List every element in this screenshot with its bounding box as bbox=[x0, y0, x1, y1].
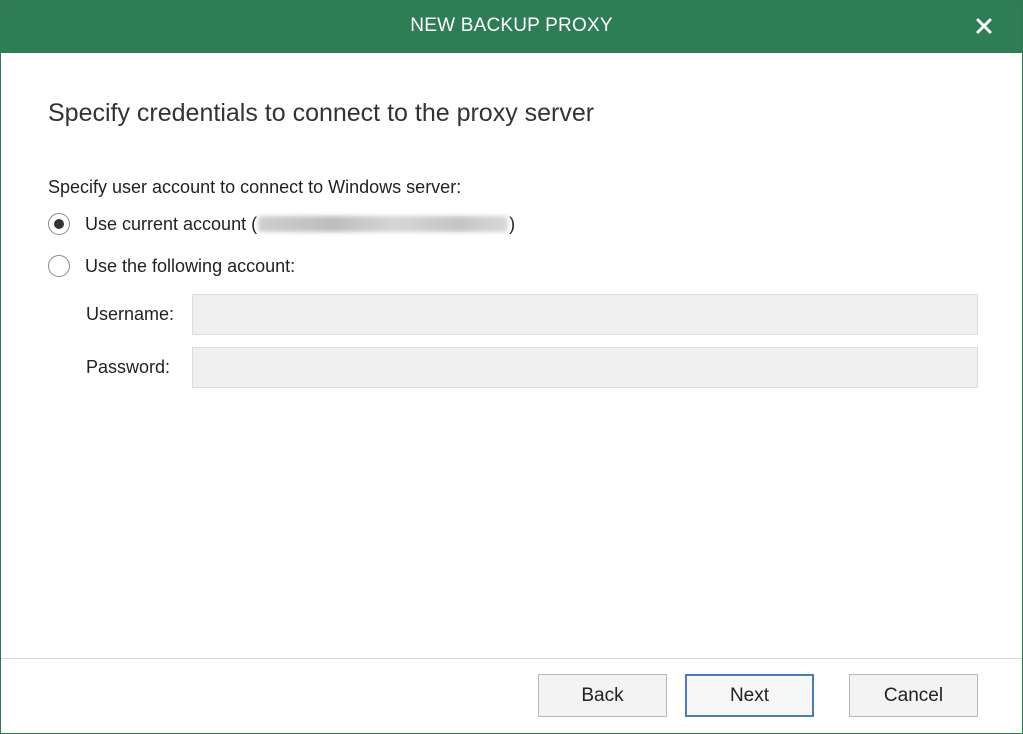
window-title: NEW BACKUP PROXY bbox=[410, 15, 613, 36]
use-following-account-radio[interactable] bbox=[48, 255, 70, 277]
username-input[interactable] bbox=[192, 294, 978, 335]
next-button[interactable]: Next bbox=[685, 674, 814, 717]
new-backup-proxy-dialog: NEW BACKUP PROXY Specify credentials to … bbox=[0, 0, 1023, 734]
use-current-account-radio[interactable] bbox=[48, 213, 70, 235]
password-label: Password: bbox=[86, 357, 171, 377]
close-icon bbox=[976, 18, 992, 34]
close-button[interactable] bbox=[968, 10, 1000, 44]
back-button[interactable]: Back bbox=[538, 674, 667, 717]
title-bar: NEW BACKUP PROXY bbox=[1, 1, 1022, 53]
page-heading: Specify credentials to connect to the pr… bbox=[48, 99, 595, 127]
cancel-button[interactable]: Cancel bbox=[849, 674, 978, 717]
use-current-account-label: Use current account () bbox=[85, 214, 515, 235]
use-current-account-label-suffix: ) bbox=[509, 213, 516, 234]
use-current-account-option[interactable]: Use current account () bbox=[48, 213, 515, 235]
use-following-account-label: Use the following account: bbox=[85, 255, 296, 276]
username-label: Username: bbox=[86, 304, 175, 324]
account-section-label: Specify user account to connect to Windo… bbox=[48, 177, 462, 197]
redacted-account-name bbox=[258, 215, 509, 232]
footer-divider bbox=[1, 658, 1022, 659]
use-following-account-option[interactable]: Use the following account: bbox=[48, 255, 295, 277]
use-current-account-label-prefix: Use current account ( bbox=[85, 213, 258, 234]
password-input[interactable] bbox=[192, 347, 978, 388]
